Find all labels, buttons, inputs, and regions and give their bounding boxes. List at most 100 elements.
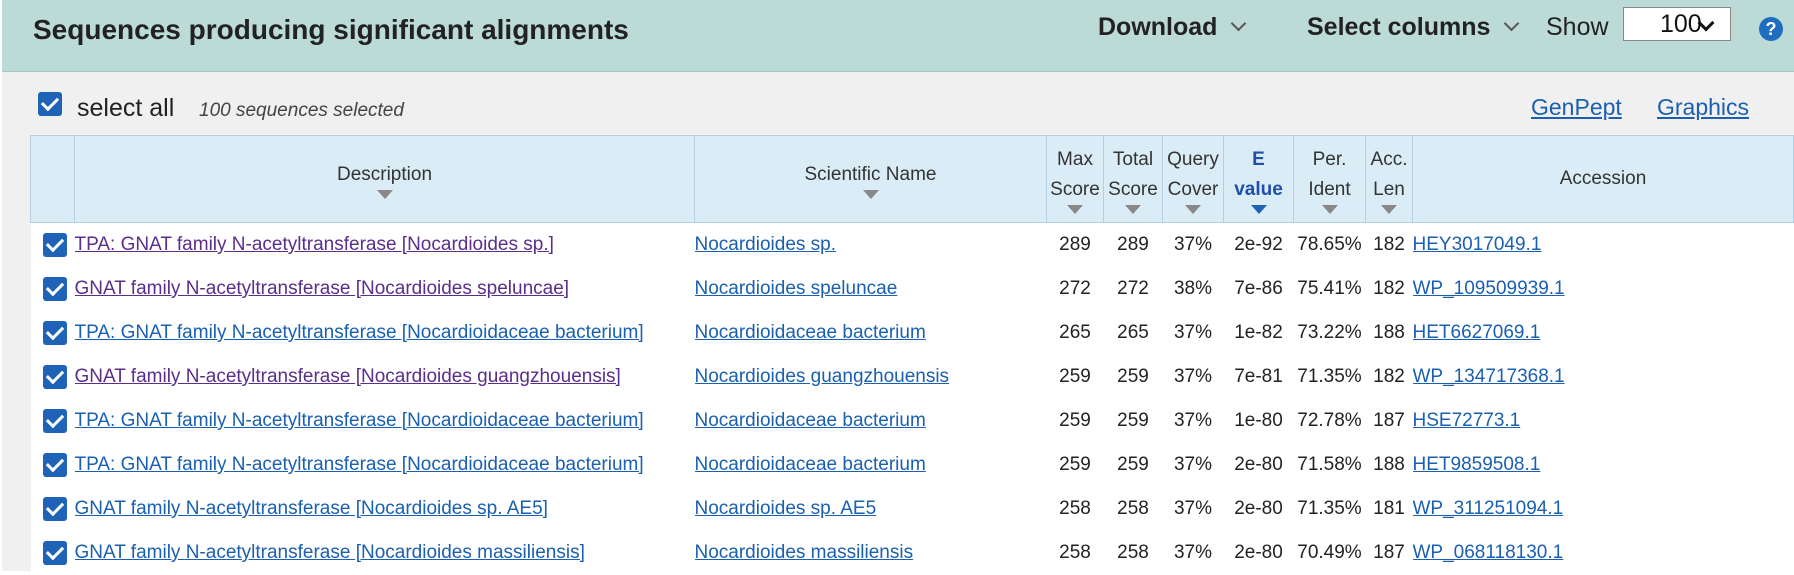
accession-link[interactable]: WP_068118130.1 bbox=[1413, 542, 1564, 563]
evalue-header-line1: E bbox=[1252, 148, 1265, 170]
help-icon[interactable]: ? bbox=[1759, 17, 1783, 41]
accession-link[interactable]: HET9859508.1 bbox=[1413, 454, 1541, 475]
per-ident-header-line1: Per. bbox=[1312, 148, 1347, 170]
scientific-name-link[interactable]: Nocardioidaceae bacterium bbox=[695, 322, 926, 343]
description-link[interactable]: GNAT family N-acetyltransferase [Nocardi… bbox=[75, 542, 585, 563]
chevron-down-icon bbox=[1231, 15, 1247, 32]
total-score-cell: 289 bbox=[1103, 222, 1163, 267]
table-row: TPA: GNAT family N-acetyltransferase [No… bbox=[30, 399, 1794, 443]
show-count-select[interactable]: 100 bbox=[1623, 7, 1731, 41]
row-checkbox[interactable] bbox=[42, 541, 67, 565]
total-score-header-line1: Total bbox=[1112, 148, 1154, 170]
column-header-scientific-name[interactable]: Scientific Name bbox=[694, 135, 1047, 223]
checkbox-column-header bbox=[30, 135, 75, 223]
per-ident-cell: 71.35% bbox=[1293, 487, 1366, 531]
scientific-name-link[interactable]: Nocardioides massiliensis bbox=[695, 542, 914, 563]
show-label: Show bbox=[1546, 13, 1609, 41]
description-header-label: Description bbox=[336, 163, 433, 185]
evalue-cell: 1e-80 bbox=[1223, 399, 1294, 443]
per-ident-cell: 73.22% bbox=[1293, 311, 1366, 355]
max-score-cell: 259 bbox=[1046, 443, 1104, 487]
column-header-accession[interactable]: Accession bbox=[1412, 135, 1794, 223]
row-checkbox[interactable] bbox=[42, 409, 67, 433]
scientific-name-cell: Nocardioidaceae bacterium bbox=[694, 399, 1047, 443]
graphics-link[interactable]: Graphics bbox=[1657, 94, 1749, 121]
accession-cell: WP_311251094.1 bbox=[1412, 487, 1794, 531]
acc-len-cell: 181 bbox=[1365, 487, 1413, 531]
scientific-name-link[interactable]: Nocardioides sp. bbox=[695, 234, 837, 255]
row-checkbox[interactable] bbox=[42, 453, 67, 477]
accession-link[interactable]: WP_134717368.1 bbox=[1413, 366, 1565, 387]
evalue-cell: 2e-92 bbox=[1223, 222, 1294, 267]
evalue-cell: 2e-80 bbox=[1223, 531, 1294, 575]
description-link[interactable]: TPA: GNAT family N-acetyltransferase [No… bbox=[75, 322, 644, 343]
row-checkbox[interactable] bbox=[42, 497, 67, 521]
per-ident-cell: 78.65% bbox=[1293, 222, 1366, 267]
per-ident-cell: 70.49% bbox=[1293, 531, 1366, 575]
row-checkbox[interactable] bbox=[42, 277, 67, 301]
evalue-cell: 2e-80 bbox=[1223, 443, 1294, 487]
select-all-checkbox[interactable] bbox=[38, 92, 62, 116]
description-cell: GNAT family N-acetyltransferase [Nocardi… bbox=[74, 267, 695, 311]
description-cell: GNAT family N-acetyltransferase [Nocardi… bbox=[74, 531, 695, 575]
select-columns-menu[interactable]: Select columns bbox=[1307, 13, 1520, 42]
column-header-max-score[interactable]: Max Score bbox=[1046, 135, 1104, 223]
scientific-name-link[interactable]: Nocardioidaceae bacterium bbox=[695, 410, 926, 431]
row-checkbox[interactable] bbox=[42, 233, 67, 257]
total-score-cell: 259 bbox=[1103, 443, 1163, 487]
description-link[interactable]: GNAT family N-acetyltransferase [Nocardi… bbox=[75, 366, 621, 387]
max-score-cell: 272 bbox=[1046, 267, 1104, 311]
column-header-evalue[interactable]: Evalue bbox=[1223, 135, 1294, 223]
scientific-name-cell: Nocardioides speluncae bbox=[694, 267, 1047, 311]
accession-link[interactable]: WP_109509939.1 bbox=[1413, 278, 1565, 299]
total-score-cell: 259 bbox=[1103, 355, 1163, 399]
scientific-name-link[interactable]: Nocardioides sp. AE5 bbox=[695, 498, 877, 519]
row-checkbox-cell bbox=[30, 355, 75, 399]
acc-len-cell: 188 bbox=[1365, 443, 1413, 487]
accession-cell: HEY3017049.1 bbox=[1412, 222, 1794, 267]
table-row: TPA: GNAT family N-acetyltransferase [No… bbox=[30, 222, 1794, 267]
sort-icon bbox=[862, 189, 879, 199]
query-cover-header-line1: Query bbox=[1167, 148, 1219, 170]
scientific-name-cell: Nocardioides massiliensis bbox=[694, 531, 1047, 575]
column-header-query-cover[interactable]: Query Cover bbox=[1162, 135, 1224, 223]
evalue-header-line2: value bbox=[1234, 178, 1283, 200]
evalue-cell: 1e-82 bbox=[1223, 311, 1294, 355]
results-panel: Sequences producing significant alignmen… bbox=[2, 0, 1794, 575]
description-link[interactable]: GNAT family N-acetyltransferase [Nocardi… bbox=[75, 278, 570, 299]
row-checkbox-cell bbox=[30, 399, 75, 443]
row-checkbox-cell bbox=[30, 531, 75, 575]
accession-link[interactable]: HSE72773.1 bbox=[1413, 410, 1521, 431]
scientific-name-link[interactable]: Nocardioidaceae bacterium bbox=[695, 454, 926, 475]
column-header-total-score[interactable]: Total Score bbox=[1103, 135, 1163, 223]
download-menu[interactable]: Download bbox=[1098, 13, 1247, 42]
scientific-name-cell: Nocardioides sp. bbox=[694, 222, 1047, 267]
genpept-link[interactable]: GenPept bbox=[1531, 94, 1622, 121]
column-header-acc-len[interactable]: Acc. Len bbox=[1365, 135, 1413, 223]
description-link[interactable]: TPA: GNAT family N-acetyltransferase [No… bbox=[75, 410, 644, 431]
description-link[interactable]: TPA: GNAT family N-acetyltransferase [No… bbox=[75, 454, 644, 475]
column-header-per-ident[interactable]: Per. Ident bbox=[1293, 135, 1366, 223]
accession-link[interactable]: HEY3017049.1 bbox=[1413, 234, 1542, 255]
query-cover-cell: 37% bbox=[1162, 222, 1224, 267]
description-cell: TPA: GNAT family N-acetyltransferase [No… bbox=[74, 311, 695, 355]
accession-link[interactable]: HET6627069.1 bbox=[1413, 322, 1541, 343]
query-cover-cell: 37% bbox=[1162, 531, 1224, 575]
max-score-cell: 265 bbox=[1046, 311, 1104, 355]
description-link[interactable]: GNAT family N-acetyltransferase [Nocardi… bbox=[75, 498, 548, 519]
max-score-header-line1: Max bbox=[1057, 148, 1093, 170]
page-title: Sequences producing significant alignmen… bbox=[33, 14, 629, 45]
accession-cell: HET6627069.1 bbox=[1412, 311, 1794, 355]
description-link[interactable]: TPA: GNAT family N-acetyltransferase [No… bbox=[75, 234, 554, 255]
accession-link[interactable]: WP_311251094.1 bbox=[1413, 498, 1564, 519]
row-checkbox[interactable] bbox=[42, 321, 67, 345]
column-header-description[interactable]: Description bbox=[74, 135, 695, 223]
row-checkbox-cell bbox=[30, 267, 75, 311]
scientific-name-link[interactable]: Nocardioides speluncae bbox=[695, 278, 898, 299]
scientific-name-link[interactable]: Nocardioides guangzhouensis bbox=[695, 366, 950, 387]
row-checkbox[interactable] bbox=[42, 365, 67, 389]
query-cover-cell: 37% bbox=[1162, 399, 1224, 443]
show-count-value: 100 bbox=[1660, 10, 1702, 38]
select-columns-label: Select columns bbox=[1307, 13, 1491, 41]
sort-icon bbox=[1321, 204, 1338, 214]
